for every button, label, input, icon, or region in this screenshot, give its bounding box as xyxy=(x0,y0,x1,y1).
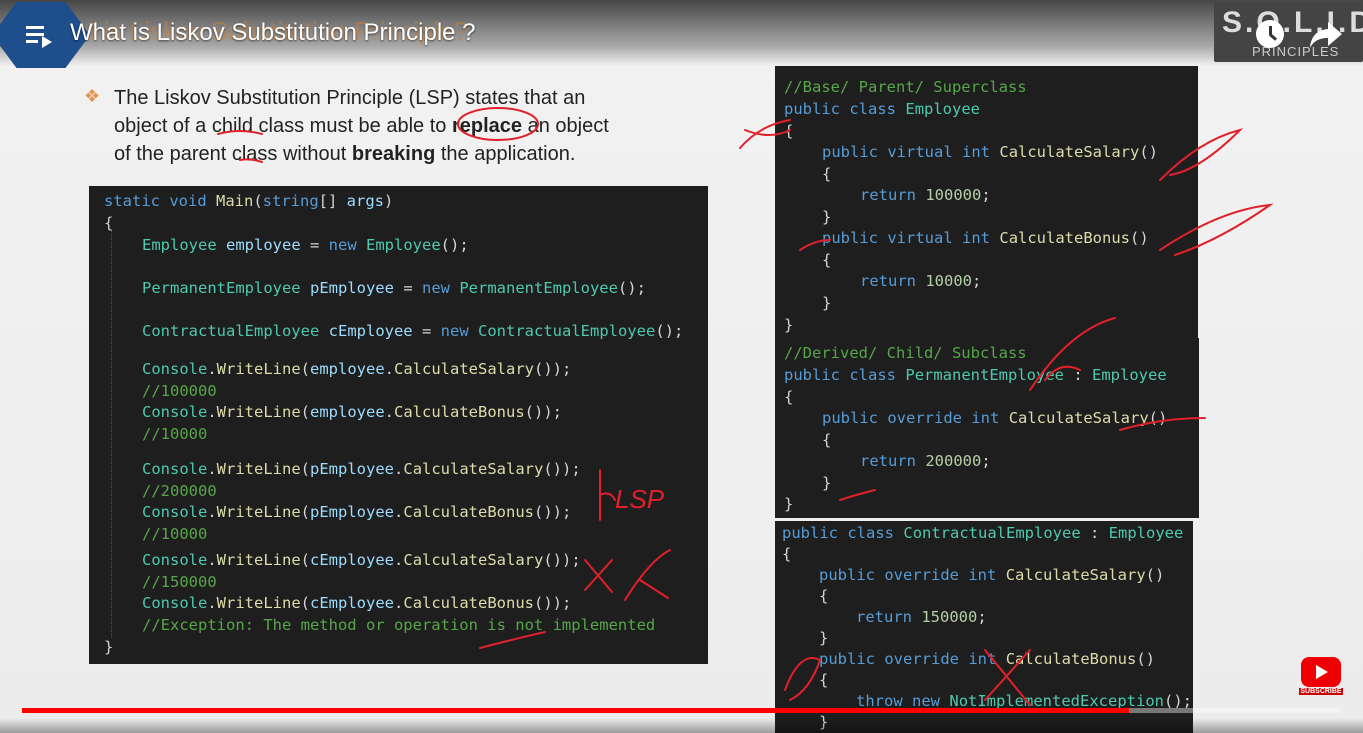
code-comment-base: //Base/ Parent/ Superclass xyxy=(784,78,1027,96)
code-line-return-100000: return 100000; xyxy=(860,186,991,204)
code-line-brace: { xyxy=(822,165,832,183)
code-line-contractual-class: public class ContractualEmployee : Emplo… xyxy=(782,524,1184,542)
bullet-marker-icon: ❖ xyxy=(84,86,101,106)
progress-bar[interactable] xyxy=(22,708,1340,713)
progress-bar-fill xyxy=(22,708,1130,713)
playlist-icon[interactable] xyxy=(26,24,52,48)
video-title[interactable]: What is Liskov Substitution Principle ? xyxy=(70,19,476,47)
code-line-brace: } xyxy=(784,316,794,334)
code-line-permanent-class: public class PermanentEmployee : Employe… xyxy=(784,366,1167,384)
code-line-writeline-3: Console.WriteLine(pEmployee.CalculateSal… xyxy=(142,460,581,478)
lsp-text-1: The Liskov Substitution Principle (LSP) … xyxy=(114,87,586,109)
code-line-override-bonus: public override int CalculateBonus() xyxy=(819,650,1156,668)
player-controls-bar[interactable] xyxy=(0,718,1363,733)
lsp-text-3a: of the parent class without xyxy=(114,143,352,165)
share-icon[interactable] xyxy=(1308,18,1344,50)
code-line-close-brace: } xyxy=(104,638,114,656)
code-line-writeline-2: Console.WriteLine(employee.CalculateBonu… xyxy=(142,403,562,421)
code-line-writeline-5: Console.WriteLine(cEmployee.CalculateSal… xyxy=(142,551,581,569)
code-line-return-200000: return 200000; xyxy=(860,452,991,470)
code-line-override-salary: public override int CalculateSalary() xyxy=(819,566,1165,584)
code-line-virtual-bonus: public virtual int CalculateBonus() xyxy=(822,229,1149,247)
lsp-keyword-replace: replace xyxy=(451,115,523,137)
indent-guide xyxy=(111,230,112,638)
lsp-text-2a: object of a child class must be able to xyxy=(114,115,452,137)
subscribe-button[interactable]: SUBSCRIBE xyxy=(1299,657,1343,699)
lsp-line-1: The Liskov Substitution Principle (LSP) … xyxy=(114,84,654,112)
code-line-virtual-salary: public virtual int CalculateSalary() xyxy=(822,143,1159,161)
contractual-employee-code-panel: public class ContractualEmployee : Emplo… xyxy=(775,521,1193,733)
permanent-employee-code-panel: //Derived/ Child/ Subclass public class … xyxy=(775,338,1199,518)
code-line-brace: { xyxy=(784,122,794,140)
code-line-return-10000: return 10000; xyxy=(860,272,982,290)
code-line-writeline-1: Console.WriteLine(employee.CalculateSala… xyxy=(142,360,572,378)
code-line-open-brace: { xyxy=(104,214,114,232)
code-comment-5: //150000 xyxy=(142,573,217,591)
code-line-cemployee-decl: ContractualEmployee cEmployee = new Cont… xyxy=(142,322,684,340)
code-line-writeline-6: Console.WriteLine(cEmployee.CalculateBon… xyxy=(142,594,572,612)
code-line-brace: { xyxy=(782,545,792,563)
code-line-brace: } xyxy=(822,208,832,226)
employee-class-code-panel: //Base/ Parent/ Superclass public class … xyxy=(775,66,1198,338)
code-line-employee-class: public class Employee xyxy=(784,100,981,118)
code-comment-1: //100000 xyxy=(142,382,217,400)
lsp-line-2: object of a child class must be able to … xyxy=(114,112,654,140)
code-line-brace: { xyxy=(819,587,829,605)
code-line-brace: } xyxy=(784,495,794,513)
code-comment-exception: //Exception: The method or operation is … xyxy=(142,616,656,634)
lsp-line-3: of the parent class without breaking the… xyxy=(114,140,654,168)
youtube-logo-icon xyxy=(1301,657,1341,687)
code-line-main-signature: static void Main(string[] args) xyxy=(104,192,394,210)
code-line-brace: { xyxy=(822,431,832,449)
code-line-employee-decl: Employee employee = new Employee(); xyxy=(142,236,469,254)
subscribe-label: SUBSCRIBE xyxy=(1299,688,1343,695)
code-line-brace: } xyxy=(819,629,829,647)
code-line-writeline-4: Console.WriteLine(pEmployee.CalculateBon… xyxy=(142,503,572,521)
watch-later-icon[interactable] xyxy=(1256,20,1284,48)
code-line-brace: } xyxy=(822,474,832,492)
code-line-brace: { xyxy=(822,251,832,269)
code-comment-4: //10000 xyxy=(142,525,208,543)
code-line-brace: { xyxy=(819,671,829,689)
lsp-definition: The Liskov Substitution Principle (LSP) … xyxy=(114,84,654,168)
code-line-override-salary: public override int CalculateSalary() xyxy=(822,409,1168,427)
main-method-code-panel: static void Main(string[] args) { Employ… xyxy=(89,186,708,664)
code-line-brace: { xyxy=(784,388,794,406)
code-line-pemployee-decl: PermanentEmployee pEmployee = new Perman… xyxy=(142,279,646,297)
code-comment-2: //10000 xyxy=(142,425,208,443)
code-comment-3: //200000 xyxy=(142,482,217,500)
code-comment-derived: //Derived/ Child/ Subclass xyxy=(784,344,1027,362)
lsp-text-3c: the application. xyxy=(435,143,576,165)
code-line-return-150000: return 150000; xyxy=(856,608,987,626)
code-line-brace: } xyxy=(822,294,832,312)
lsp-keyword-breaking: breaking xyxy=(351,143,436,165)
lsp-text-2c: an object xyxy=(522,115,609,137)
